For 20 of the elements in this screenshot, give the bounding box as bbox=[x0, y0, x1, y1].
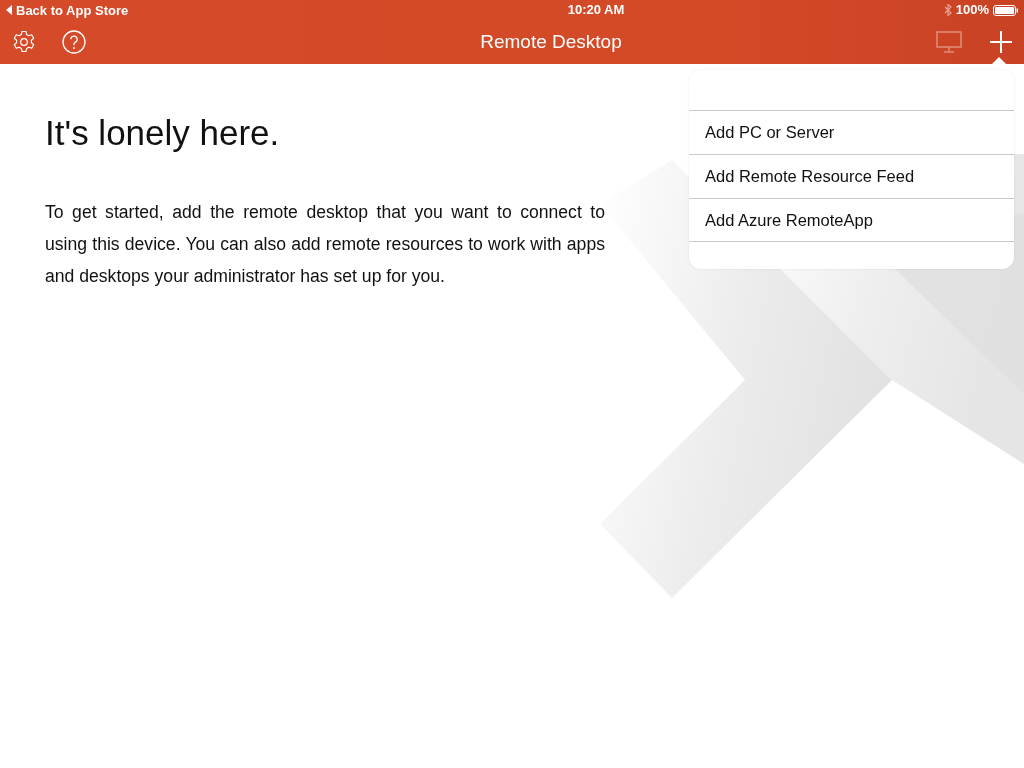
battery-percent: 100% bbox=[955, 1, 989, 20]
back-arrow-icon bbox=[6, 5, 12, 15]
menu-item[interactable]: Add Remote Resource Feed bbox=[689, 154, 1014, 198]
menu-item[interactable]: Add Azure RemoteApp bbox=[689, 198, 1014, 242]
monitor-icon bbox=[936, 31, 962, 53]
battery-icon bbox=[993, 4, 1018, 16]
settings-button[interactable] bbox=[12, 30, 36, 54]
menu-item[interactable]: Add PC or Server bbox=[689, 110, 1014, 154]
help-icon bbox=[62, 30, 86, 54]
popover-arrow bbox=[992, 57, 1006, 64]
bluetooth-icon bbox=[943, 4, 952, 16]
help-button[interactable] bbox=[62, 30, 86, 54]
add-button[interactable] bbox=[990, 31, 1012, 53]
status-time: 10:20 AM bbox=[567, 1, 625, 20]
empty-state-heading: It's lonely here. bbox=[45, 112, 281, 154]
add-icon bbox=[990, 31, 1012, 53]
back-to-app-store-link[interactable]: Back to App Store bbox=[6, 3, 129, 17]
empty-state-description: To get started, add the remote desktop that you want to connect to using this device. You can also add remote resources to work with apps and desktops your administrator has set up for you. bbox=[45, 201, 605, 288]
app-title: Remote Desktop bbox=[480, 29, 622, 54]
settings-icon bbox=[12, 30, 36, 54]
